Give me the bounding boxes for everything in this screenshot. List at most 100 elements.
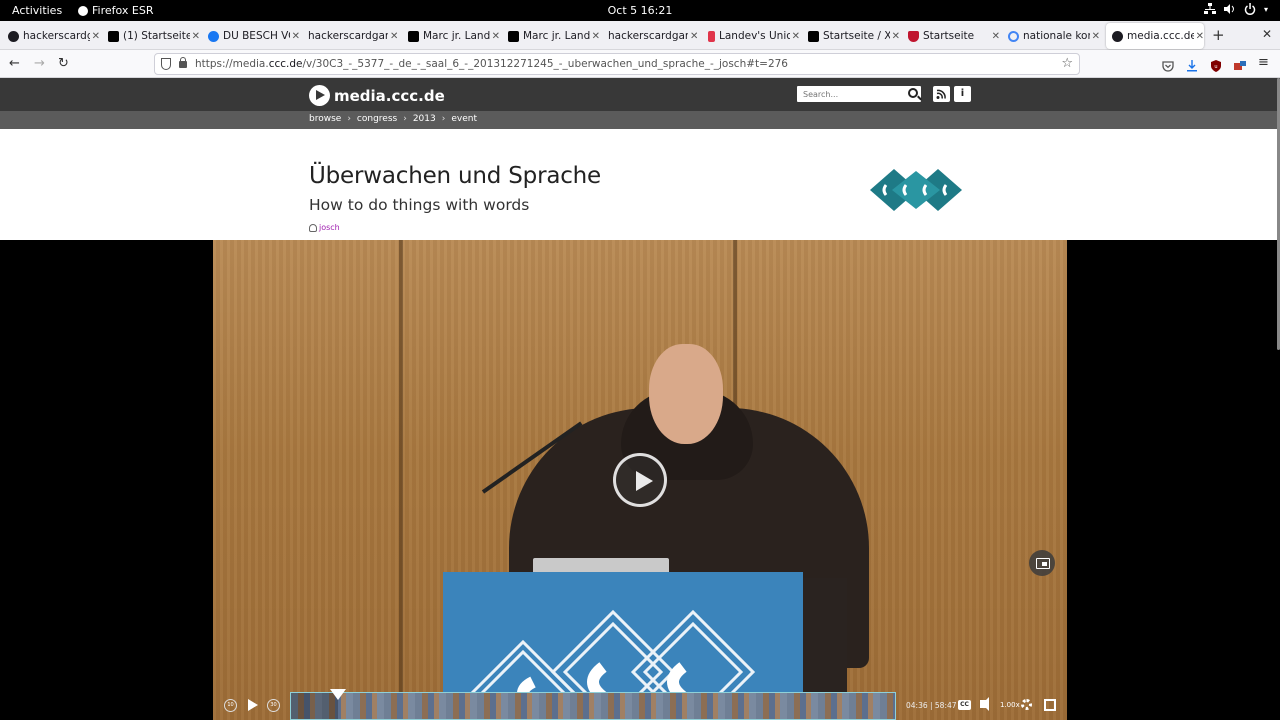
tab-title: Landev's Unic bbox=[719, 30, 790, 42]
chevron-down-icon: ▾ bbox=[1263, 4, 1268, 14]
x-icon bbox=[108, 30, 119, 42]
info-button[interactable]: i bbox=[954, 86, 971, 102]
breadcrumb-event: event bbox=[451, 114, 477, 124]
ublock-icon[interactable]: u bbox=[1210, 57, 1222, 72]
close-icon[interactable]: ✕ bbox=[592, 31, 600, 42]
bookmark-star-icon[interactable]: ☆ bbox=[1061, 56, 1073, 71]
speaker-link[interactable]: josch bbox=[319, 223, 340, 232]
close-icon[interactable]: ✕ bbox=[992, 31, 1000, 42]
close-icon[interactable]: ✕ bbox=[492, 31, 500, 42]
player-controls: 10 30 04:36 | 58:47 CC 1.00x bbox=[213, 689, 1067, 720]
volume-icon[interactable] bbox=[980, 697, 989, 711]
search-input[interactable] bbox=[803, 87, 903, 101]
clock[interactable]: Oct 5 16:21 bbox=[608, 4, 673, 17]
tab-title: (1) Startseite / bbox=[123, 30, 190, 42]
forward-icon[interactable]: → bbox=[34, 56, 45, 71]
pocket-icon[interactable] bbox=[1162, 57, 1174, 72]
close-window-icon[interactable]: ✕ bbox=[1262, 27, 1272, 41]
tab-title: nationale kom bbox=[1023, 30, 1090, 42]
extension-icon[interactable] bbox=[1234, 57, 1246, 70]
breadcrumb: browse › congress › 2013 › event bbox=[309, 114, 477, 124]
tab-5[interactable]: Marc jr. Lando ✕ bbox=[502, 23, 600, 49]
tab-3[interactable]: hackerscardgame✕ bbox=[302, 23, 400, 49]
lock-icon[interactable] bbox=[179, 57, 187, 68]
tracking-protection-icon[interactable] bbox=[161, 58, 171, 70]
close-icon[interactable]: ✕ bbox=[192, 31, 200, 42]
tab-6[interactable]: hackerscardgam ✕ bbox=[602, 23, 700, 49]
close-icon[interactable]: ✕ bbox=[390, 31, 398, 42]
url-host: ccc.de bbox=[268, 58, 303, 70]
tab-9[interactable]: Startseite ✕ bbox=[902, 23, 1000, 49]
speaker: josch bbox=[309, 223, 340, 232]
activities-button[interactable]: Activities bbox=[12, 4, 62, 17]
tab-0[interactable]: hackerscardgam✕ bbox=[2, 23, 100, 49]
breadcrumb-year[interactable]: 2013 bbox=[413, 114, 436, 124]
tab-4[interactable]: Marc jr. Lando ✕ bbox=[402, 23, 500, 49]
playback-speed[interactable]: 1.00x bbox=[1000, 701, 1020, 709]
close-icon[interactable]: ✕ bbox=[792, 31, 800, 42]
tab-title: Startseite bbox=[923, 30, 975, 42]
tab-strip: hackerscardgam✕ (1) Startseite /✕ DU BES… bbox=[0, 21, 1280, 50]
forward-icon[interactable]: 30 bbox=[267, 699, 280, 712]
search-icon[interactable] bbox=[908, 88, 918, 98]
close-icon[interactable]: ✕ bbox=[92, 31, 100, 42]
event-title: Überwachen und Sprache bbox=[309, 163, 601, 189]
site-header: media.ccc.de i bbox=[0, 78, 1280, 111]
tab-1[interactable]: (1) Startseite /✕ bbox=[102, 23, 200, 49]
tab-8[interactable]: Startseite / X ✕ bbox=[802, 23, 900, 49]
firefox-icon bbox=[78, 5, 88, 16]
url-bar[interactable]: https://media.ccc.de/v/30C3_-_5377_-_de_… bbox=[154, 53, 1080, 75]
rss-icon bbox=[936, 89, 946, 99]
close-icon[interactable]: ✕ bbox=[1196, 31, 1204, 42]
svg-text:u: u bbox=[1214, 64, 1217, 70]
reload-icon[interactable]: ↻ bbox=[58, 56, 69, 71]
breadcrumb-browse[interactable]: browse bbox=[309, 114, 341, 124]
close-icon[interactable]: ✕ bbox=[892, 31, 900, 42]
facebook-icon bbox=[208, 30, 219, 42]
app-menu[interactable]: Firefox ESR bbox=[78, 4, 153, 17]
new-tab-icon[interactable]: + bbox=[1212, 26, 1225, 44]
shield-red-icon bbox=[908, 30, 919, 42]
back-icon[interactable]: ← bbox=[9, 56, 20, 71]
tab-active[interactable]: media.ccc.de ✕ bbox=[1106, 23, 1204, 49]
power-icon bbox=[1244, 3, 1256, 15]
system-top-bar: Activities Firefox ESR Oct 5 16:21 ▾ bbox=[0, 0, 1280, 21]
breadcrumb-congress[interactable]: congress bbox=[357, 114, 397, 124]
tab-7[interactable]: Landev's Unic ✕ bbox=[702, 23, 800, 49]
playhead-icon[interactable] bbox=[330, 689, 347, 700]
search-box bbox=[797, 86, 921, 102]
rss-button[interactable] bbox=[933, 86, 950, 102]
video-player[interactable]: 10 30 04:36 | 58:47 CC 1.00x bbox=[213, 240, 1067, 720]
play-icon[interactable] bbox=[248, 699, 258, 711]
gear-icon[interactable] bbox=[1021, 699, 1032, 710]
tab-title: Marc jr. Lando bbox=[523, 30, 590, 42]
close-icon[interactable]: ✕ bbox=[690, 31, 698, 42]
breadcrumb-separator: › bbox=[403, 114, 407, 124]
hamburger-menu-icon[interactable]: ≡ bbox=[1258, 55, 1269, 70]
center-play-icon[interactable] bbox=[613, 453, 667, 507]
breadcrumb-bar: browse › congress › 2013 › event bbox=[0, 111, 1280, 129]
speaker-head bbox=[649, 344, 723, 444]
tab-2[interactable]: DU BESCH VO ✕ bbox=[202, 23, 300, 49]
captions-button[interactable]: CC bbox=[958, 700, 971, 710]
network-icon bbox=[1203, 3, 1216, 15]
url-prefix: https://media. bbox=[195, 58, 269, 70]
download-icon[interactable] bbox=[1186, 57, 1198, 72]
github-icon bbox=[8, 30, 19, 42]
rewind-icon[interactable]: 10 bbox=[224, 699, 237, 712]
x-icon bbox=[408, 30, 419, 42]
url-text[interactable]: https://media.ccc.de/v/30C3_-_5377_-_de_… bbox=[195, 58, 788, 70]
tab-title: hackerscardgam bbox=[23, 30, 90, 42]
site-logo[interactable]: media.ccc.de bbox=[309, 85, 445, 106]
close-icon[interactable]: ✕ bbox=[292, 31, 300, 42]
tab-title: hackerscardgame bbox=[308, 30, 388, 42]
seek-bar[interactable] bbox=[290, 689, 896, 720]
breadcrumb-separator: › bbox=[441, 114, 446, 124]
fullscreen-icon[interactable] bbox=[1044, 699, 1056, 711]
close-icon[interactable]: ✕ bbox=[1092, 31, 1100, 42]
picture-in-picture-icon[interactable] bbox=[1029, 550, 1055, 576]
tab-10[interactable]: nationale kom✕ bbox=[1002, 23, 1100, 49]
system-tray[interactable]: ▾ bbox=[1203, 3, 1268, 15]
conference-logo[interactable] bbox=[868, 165, 964, 215]
tab-title: DU BESCH VO bbox=[223, 30, 290, 42]
